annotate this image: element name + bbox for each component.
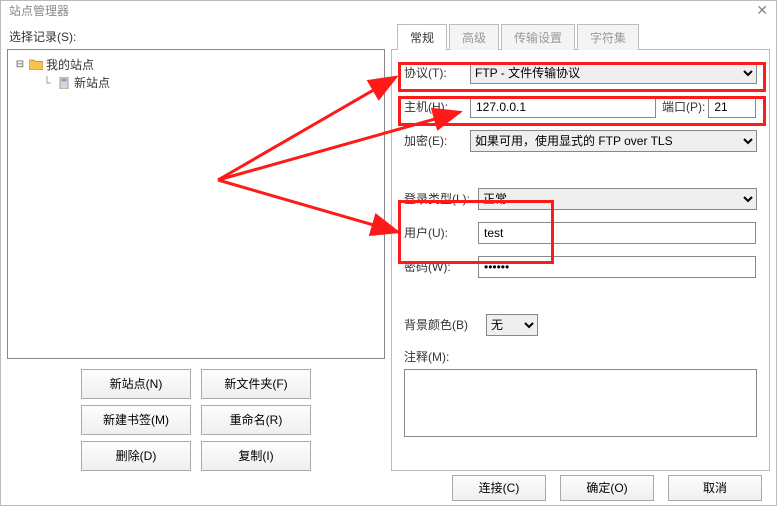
encryption-label: 加密(E): [404, 132, 470, 149]
host-input[interactable] [470, 96, 656, 118]
tree-root-label: 我的站点 [46, 56, 94, 74]
port-label: 端口(P): [662, 98, 705, 115]
host-label: 主机(H): [404, 98, 470, 115]
tab-charset[interactable]: 字符集 [577, 24, 639, 50]
tab-advanced[interactable]: 高级 [449, 24, 499, 50]
delete-button[interactable]: 删除(D) [81, 441, 191, 471]
tree-toggle-icon[interactable]: ⊟ [14, 56, 26, 74]
comments-label: 注释(M): [404, 346, 757, 369]
bgcolor-label: 背景颜色(B) [404, 316, 486, 333]
tree-item-new-site[interactable]: └ 新站点 [12, 74, 380, 92]
user-input[interactable] [478, 222, 756, 244]
folder-icon [28, 58, 44, 72]
new-site-button[interactable]: 新站点(N) [81, 369, 191, 399]
rename-button[interactable]: 重命名(R) [201, 405, 311, 435]
tree-connector-icon: └ [40, 74, 54, 92]
user-label: 用户(U): [404, 224, 478, 241]
tab-general[interactable]: 常规 [397, 24, 447, 50]
new-folder-button[interactable]: 新文件夹(F) [201, 369, 311, 399]
protocol-select[interactable]: FTP - 文件传输协议 [470, 62, 757, 84]
titlebar: 站点管理器 ✕ [1, 1, 776, 20]
protocol-label: 协议(T): [404, 64, 470, 81]
select-entry-label: 选择记录(S): [7, 24, 385, 49]
tree-item-label: 新站点 [74, 74, 110, 92]
close-icon[interactable]: ✕ [756, 2, 768, 19]
tab-transfer[interactable]: 传输设置 [501, 24, 575, 50]
encryption-select[interactable]: 如果可用，使用显式的 FTP over TLS [470, 130, 757, 152]
logon-type-label: 登录类型(L): [404, 190, 478, 207]
tree-root[interactable]: ⊟ 我的站点 [12, 56, 380, 74]
ok-button[interactable]: 确定(O) [560, 475, 654, 501]
comments-textarea[interactable] [404, 369, 757, 437]
site-tree[interactable]: ⊟ 我的站点 └ 新站点 [7, 49, 385, 359]
server-icon [56, 76, 72, 90]
password-label: 密码(W): [404, 258, 478, 275]
new-bookmark-button[interactable]: 新建书签(M) [81, 405, 191, 435]
bgcolor-select[interactable]: 无 [486, 314, 538, 336]
copy-button[interactable]: 复制(I) [201, 441, 311, 471]
window-title: 站点管理器 [9, 2, 69, 19]
cancel-button[interactable]: 取消 [668, 475, 762, 501]
logon-type-select[interactable]: 正常 [478, 188, 757, 210]
connect-button[interactable]: 连接(C) [452, 475, 546, 501]
tab-bar: 常规 高级 传输设置 字符集 [391, 24, 770, 50]
password-input[interactable] [478, 256, 756, 278]
port-input[interactable] [708, 96, 756, 118]
general-panel: 协议(T): FTP - 文件传输协议 主机(H): 端口(P): 加密(E):… [391, 50, 770, 471]
